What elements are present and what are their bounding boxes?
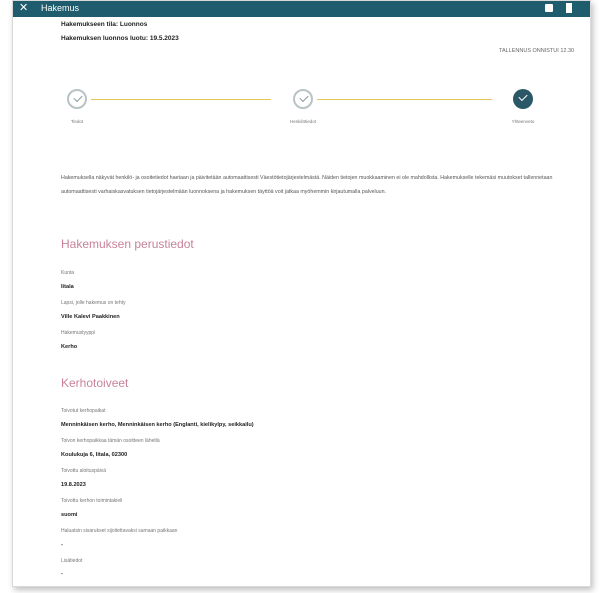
print-icon[interactable] [545,4,553,12]
intro-text: Hakemuksella näkyvät henkilö- ja osoitet… [61,175,553,195]
save-status: TALLENNUS ONNISTUI 12.30 [499,48,575,54]
field-value: 19.8.2023 [61,482,86,488]
field-value: Kerho [61,344,78,350]
application-window: ✕ Hakemus Hakemukseen tila: Luonnos Hake… [12,0,591,587]
field-label: Toivottu kerhon toimintakieli [61,498,123,504]
field-label: Toivottu aloituspäivä [61,468,107,474]
draft-created-date: Hakemuksen luonnos luotu: 19.5.2023 [61,35,179,42]
header-title: Hakemus [41,3,80,13]
field-label: Hakemustyyppi [61,330,96,336]
field-label: Lapsi, jolle hakemus on tehty [61,300,126,306]
step-label: Yhteenveto [511,119,535,124]
step-label: Tiedot [70,119,84,124]
field-label: Lisätiedot [61,558,83,564]
field-value: - [61,542,63,548]
section-title-wishes: Kerhotoiveet [61,376,129,390]
progress-stepper: Tiedot Henkilötiedot Yhteenveto [67,89,557,129]
field-label: Toivon kerhopaikkaa tämän osoitteen lähe… [61,438,160,444]
step-connector [91,99,271,100]
section-title-basic: Hakemuksen perustiedot [61,237,194,251]
close-icon[interactable]: ✕ [19,1,28,16]
field-value: Menninkäisen kerho, Menninkäisen kerho (… [61,422,254,428]
document-icon[interactable] [566,3,572,13]
field-value: - [61,571,63,577]
step-label: Henkilötiedot [289,119,316,124]
step-2-icon[interactable] [293,89,313,109]
field-value: Iitala [61,284,74,290]
application-state: Hakemukseen tila: Luonnos [61,21,148,28]
step-3-icon[interactable] [513,89,533,109]
field-label: Haluatsin sisarukset sijoitettavaksi sam… [61,528,178,534]
field-value: Koulukuja 6, Iitala, 02300 [61,452,128,458]
header-bar: ✕ Hakemus [13,1,590,17]
step-1-icon[interactable] [67,89,87,109]
field-label: Kunta [61,270,75,276]
step-connector [317,99,492,100]
field-value: Ville Kalevi Paakkinen [61,314,120,320]
field-value: suomi [61,512,78,518]
field-label: Toivotut kerhopaikat [61,408,106,414]
